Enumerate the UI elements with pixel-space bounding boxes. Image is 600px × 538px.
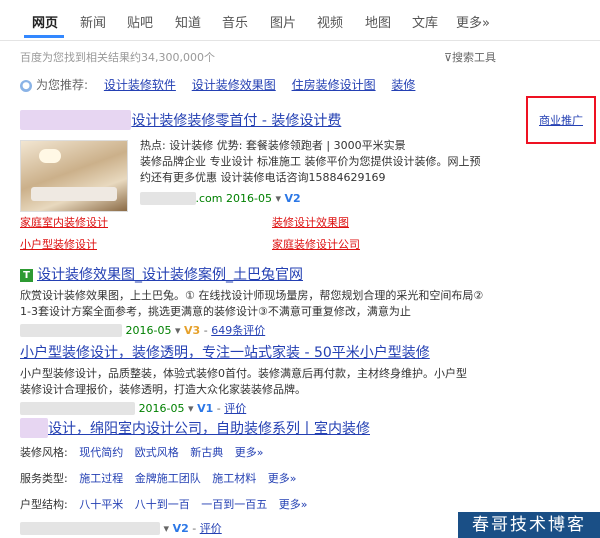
verify-badge[interactable]: V2 bbox=[173, 522, 189, 535]
tab-news[interactable]: 新闻 bbox=[80, 12, 106, 31]
layout-link[interactable]: 八十平米 bbox=[79, 498, 123, 511]
sub-link[interactable]: 家庭装修设计公司 bbox=[272, 236, 360, 252]
tab-video[interactable]: 视频 bbox=[317, 12, 343, 31]
recommend-link[interactable]: 装修 bbox=[391, 78, 415, 92]
more-link[interactable]: 更多» bbox=[268, 472, 297, 485]
recommend-link[interactable]: 设计装修软件 bbox=[104, 78, 176, 92]
style-link[interactable]: 新古典 bbox=[190, 446, 223, 459]
result-line: 小户型装修设计，品质整装，体验式装修0首付。装修满意后再付款，主材终身维护。小户… bbox=[20, 367, 467, 380]
tab-tieba[interactable]: 贴吧 bbox=[127, 12, 153, 31]
tab-wenku[interactable]: 文库 bbox=[412, 12, 438, 31]
ad-promotion-link[interactable]: 商业推广 bbox=[539, 112, 583, 128]
result-line: 欣赏设计装修效果图，上土巴兔。① 在线找设计师现场量房，帮您规划合理的采光和空间… bbox=[20, 289, 484, 302]
more-link[interactable]: 更多» bbox=[279, 498, 308, 511]
active-tab-indicator bbox=[24, 35, 64, 38]
recommend-icon: ● bbox=[20, 79, 32, 92]
result-title-text: 设计装修装修零首付 - 装修设计费 bbox=[131, 113, 342, 129]
layout-row: 户型结构: 八十平米 八十到一百 一百到一百五 更多» bbox=[20, 496, 510, 512]
sub-link[interactable]: 装修设计效果图 bbox=[272, 214, 349, 230]
tab-map[interactable]: 地图 bbox=[365, 12, 391, 31]
redacted-url: www.xxxxxxxx.com 2016 bbox=[20, 522, 161, 535]
service-row: 服务类型: 施工过程 金牌施工团队 施工材料 更多» bbox=[20, 470, 510, 486]
tab-more[interactable]: 更多» bbox=[456, 12, 490, 31]
tab-images[interactable]: 图片 bbox=[270, 12, 296, 31]
layout-link[interactable]: 一百到一百五 bbox=[201, 498, 267, 511]
result-url: www.xxxx.com 2016-05 ▾ V2 bbox=[140, 192, 481, 205]
result-line: 装修设计合理报价，装修透明，打造大众化家装装修品牌。 bbox=[20, 383, 306, 396]
style-link[interactable]: 现代简约 bbox=[79, 446, 123, 459]
search-result-3: 小户型装修设计，装修透明，专注一站式家装 - 50平米小户型装修 小户型装修设计… bbox=[20, 342, 510, 415]
result-thumbnail[interactable] bbox=[20, 140, 128, 212]
recommend-link[interactable]: 设计装修效果图 bbox=[192, 78, 276, 92]
result-title-text[interactable]: 设计装修效果图_设计装修案例_土巴兔官网 bbox=[37, 267, 303, 283]
result-title[interactable]: Jiashe装修网站名设计装修装修零首付 - 装修设计费 bbox=[20, 110, 510, 130]
search-result-1: Jiashe装修网站名设计装修装修零首付 - 装修设计费 热点: 设计装修 优势… bbox=[20, 110, 510, 260]
row-label: 户型结构: bbox=[20, 498, 68, 511]
recommend-label: 为您推荐: bbox=[36, 78, 89, 92]
tab-zhidao[interactable]: 知道 bbox=[175, 12, 201, 31]
row-label: 装修风格: bbox=[20, 446, 68, 459]
search-tools-label: 搜索工具 bbox=[452, 51, 496, 64]
result-url: www.xxxxxxxx.com 2016 ▾ V2 - 评价 bbox=[20, 520, 510, 536]
service-link[interactable]: 施工材料 bbox=[212, 472, 256, 485]
reviews-link[interactable]: 评价 bbox=[224, 402, 246, 415]
result-url: www.xxxxxxx.com 2016-05 ▾ V3 - 649条评价 bbox=[20, 322, 510, 338]
blog-watermark: 春哥技术博客 bbox=[458, 512, 600, 538]
redacted-text: 红豆 bbox=[20, 418, 48, 438]
sub-link[interactable]: 小户型装修设计 bbox=[20, 236, 97, 252]
redacted-text: Jiashe装修网站名 bbox=[20, 110, 132, 130]
search-result-4: 红豆设计，绵阳室内设计公司，自助装修系列丨室内装修 装修风格: 现代简约 欧式风… bbox=[20, 418, 510, 536]
reviews-link[interactable]: 评价 bbox=[200, 522, 222, 535]
result-title-text: 设计，绵阳室内设计公司，自助装修系列丨室内装修 bbox=[48, 421, 370, 437]
more-link[interactable]: 更多» bbox=[235, 446, 264, 459]
sub-link[interactable]: 家庭室内装修设计 bbox=[20, 214, 108, 230]
tubatu-logo-icon: T bbox=[20, 268, 33, 282]
reviews-link[interactable]: 649条评价 bbox=[211, 324, 265, 337]
result-count: 百度为您找到相关结果约34,300,000个 bbox=[20, 51, 215, 64]
filter-icon: ⊽ bbox=[443, 51, 452, 64]
result-line: 约还有更多优惠 设计装修电话咨询15884629169 bbox=[140, 171, 386, 184]
redacted-url: www.xxxx bbox=[140, 192, 196, 205]
service-link[interactable]: 金牌施工团队 bbox=[135, 472, 201, 485]
tab-web[interactable]: 网页 bbox=[32, 12, 58, 31]
redacted-url: www.xxxxxxx.com bbox=[20, 324, 123, 337]
style-row: 装修风格: 现代简约 欧式风格 新古典 更多» bbox=[20, 444, 510, 460]
style-link[interactable]: 欧式风格 bbox=[135, 446, 179, 459]
recommend-row: ● 为您推荐: 设计装修软件 设计装修效果图 住房装修设计图 装修 bbox=[20, 76, 415, 93]
result-title[interactable]: 红豆设计，绵阳室内设计公司，自助装修系列丨室内装修 bbox=[20, 418, 510, 438]
result-title-text[interactable]: 小户型装修设计，装修透明，专注一站式家装 - 50平米小户型装修 bbox=[20, 345, 430, 361]
verify-badge[interactable]: V3 bbox=[184, 324, 200, 337]
result-line: 1-3套设计方案全面参考，挑选更满意的装修设计③不满意可重复修改，满意为止 bbox=[20, 305, 411, 318]
redacted-url: www.xxxxxxxxx.com bbox=[20, 402, 136, 415]
result-line: 装修品牌企业 专业设计 标准施工 装修平价为您提供设计装修。网上预 bbox=[140, 155, 481, 168]
result-title[interactable]: T 设计装修效果图_设计装修案例_土巴兔官网 bbox=[20, 264, 510, 284]
ad-promotion-box: 商业推广 bbox=[526, 96, 596, 144]
verify-badge[interactable]: V1 bbox=[197, 402, 213, 415]
result-title[interactable]: 小户型装修设计，装修透明，专注一站式家装 - 50平米小户型装修 bbox=[20, 342, 510, 362]
search-result-2: T 设计装修效果图_设计装修案例_土巴兔官网 欣赏设计装修效果图，上土巴兔。① 在… bbox=[20, 264, 510, 338]
recommend-link[interactable]: 住房装修设计图 bbox=[292, 78, 376, 92]
row-label: 服务类型: bbox=[20, 472, 68, 485]
tab-music[interactable]: 音乐 bbox=[222, 12, 248, 31]
search-tabs-bar: 网页 新闻 贴吧 知道 音乐 图片 视频 地图 文库 更多» bbox=[0, 0, 600, 41]
service-link[interactable]: 施工过程 bbox=[79, 472, 123, 485]
verify-badge[interactable]: V2 bbox=[285, 192, 301, 205]
result-url: www.xxxxxxxxx.com 2016-05 ▾ V1 - 评价 bbox=[20, 400, 510, 416]
search-tools-button[interactable]: ⊽搜索工具 bbox=[444, 49, 496, 65]
result-line: 热点: 设计装修 优势: 套餐装修领跑者 | 3000平米实景 bbox=[140, 139, 406, 152]
layout-link[interactable]: 八十到一百 bbox=[135, 498, 190, 511]
